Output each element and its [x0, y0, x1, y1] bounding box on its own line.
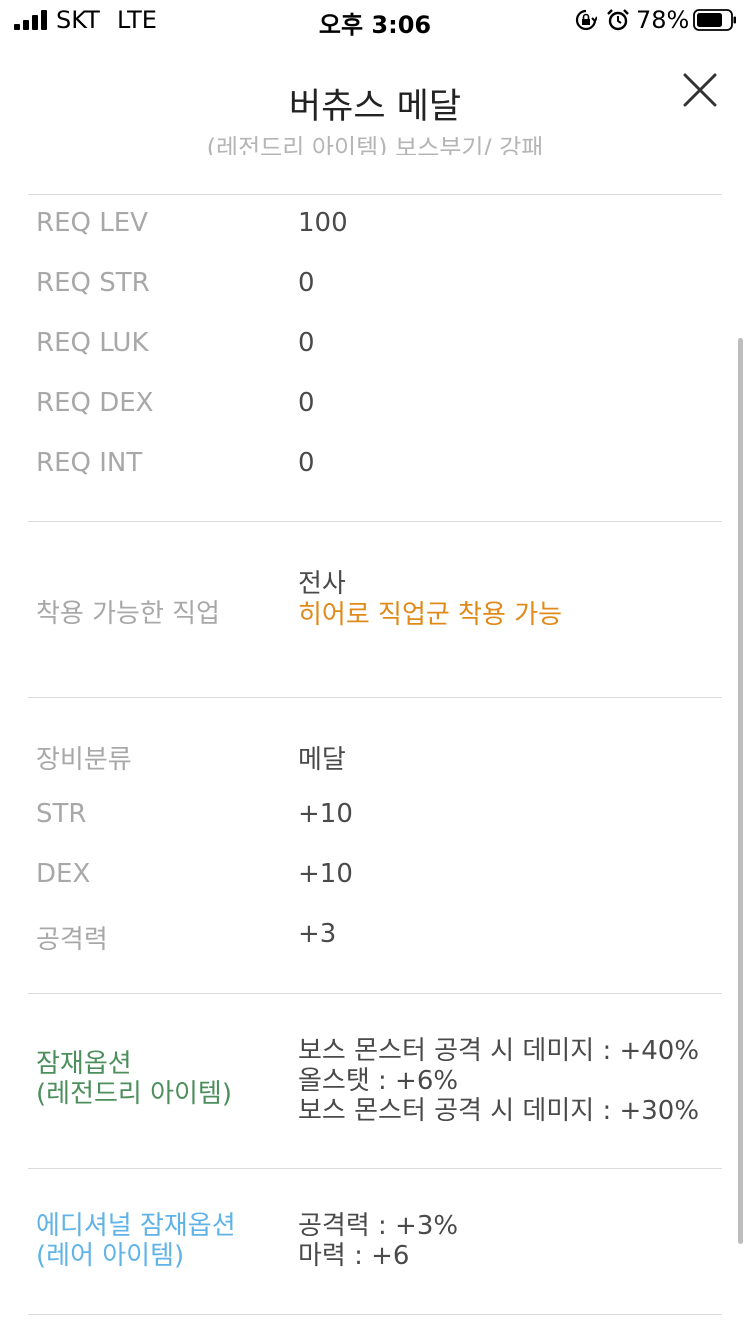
- req-label: REQ LUK: [36, 328, 149, 358]
- item-subtitle-partial: (레전드리 아이템) 보스부기/ 강패: [206, 134, 544, 155]
- status-bar: SKT LTE 오후 3:06 78%: [0, 0, 750, 40]
- rotation-lock-icon: [575, 9, 597, 31]
- potential-line: 올스탯 : +6%: [298, 1066, 459, 1096]
- stat-value: +3: [298, 919, 337, 949]
- potential-line: 보스 몬스터 공격 시 데미지 : +40%: [298, 1036, 700, 1066]
- battery-icon: [693, 9, 736, 31]
- additional-potential-label-line: (레어 아이템): [36, 1241, 185, 1271]
- additional-potential-line: 마력 : +6: [298, 1241, 410, 1271]
- stat-label: 장비분류: [36, 745, 132, 775]
- divider: [28, 697, 722, 698]
- potential-values: 보스 몬스터 공격 시 데미지 : +40% 올스탯 : +6% 보스 몬스터 …: [298, 1036, 699, 1126]
- stat-label: DEX: [36, 859, 91, 889]
- stat-value: +10: [298, 799, 353, 829]
- job-label: 착용 가능한 직업: [36, 599, 220, 629]
- additional-potential-line: 공격력 : +3%: [298, 1211, 459, 1241]
- req-value: 0: [298, 268, 315, 298]
- req-value: 100: [298, 208, 348, 238]
- potential-line: 보스 몬스터 공격 시 데미지 : +30%: [298, 1096, 700, 1126]
- divider: [28, 1168, 722, 1169]
- stat-label: STR: [36, 799, 87, 829]
- req-label: REQ INT: [36, 448, 143, 478]
- stat-value: 메달: [298, 745, 346, 775]
- req-label: REQ LEV: [36, 208, 148, 238]
- potential-label-line: (레전드리 아이템): [36, 1079, 232, 1109]
- job-note: 히어로 직업군 착용 가능: [298, 600, 562, 630]
- stat-value: +10: [298, 859, 353, 889]
- additional-potential-values: 공격력 : +3% 마력 : +6: [298, 1211, 458, 1271]
- req-value: 0: [298, 328, 315, 358]
- close-button[interactable]: [682, 72, 718, 108]
- req-value: 0: [298, 388, 315, 418]
- battery-percentage: 78%: [636, 6, 690, 34]
- divider: [28, 1314, 722, 1315]
- additional-potential-label-line: 에디셔널 잠재옵션: [36, 1211, 236, 1241]
- scrollbar[interactable]: [738, 338, 743, 1244]
- subtitle-clip: (레전드리 아이템) 보스부기/ 강패: [0, 128, 750, 155]
- alarm-icon: [607, 9, 629, 31]
- potential-label: 잠재옵션 (레전드리 아이템): [36, 1049, 232, 1109]
- divider: [28, 194, 722, 195]
- req-label: REQ STR: [36, 268, 150, 298]
- stat-label: 공격력: [36, 925, 108, 955]
- req-label: REQ DEX: [36, 388, 154, 418]
- req-value: 0: [298, 448, 315, 478]
- potential-label-line: 잠재옵션: [36, 1049, 132, 1079]
- page-title: 버츄스 메달: [288, 87, 462, 127]
- divider: [28, 993, 722, 994]
- additional-potential-label: 에디셔널 잠재옵션 (레어 아이템): [36, 1211, 236, 1271]
- divider: [28, 521, 722, 522]
